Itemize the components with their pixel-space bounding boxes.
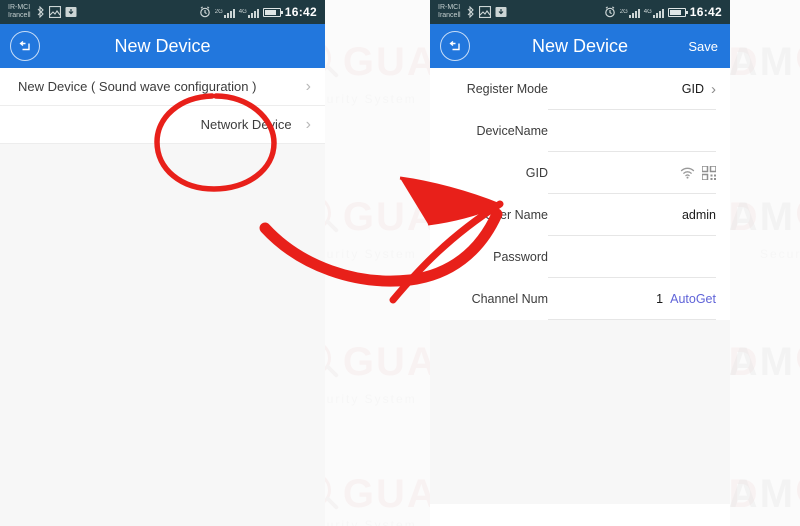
status-left-icons [36,6,77,18]
signal-icon-sim1: 2G [215,7,235,18]
alarm-icon [199,6,211,18]
battery-icon [667,7,688,17]
list-item-label: Network Device [200,117,292,132]
form-row-password[interactable]: Password [430,236,730,278]
list-empty-area [0,144,325,526]
carrier-line-2: Irancell [8,12,31,19]
channel-num-input[interactable]: 1 [656,292,663,306]
carrier-line-1: IR-MCI [438,4,461,11]
bluetooth-icon [36,6,45,18]
app-bar-left: New Device [0,24,325,68]
network-type-sim1: 2G [214,9,223,15]
form-row-user-name[interactable]: User Name admin [430,194,730,236]
chevron-right-icon: › [711,80,716,98]
right-phone-screen: IR-MCI Irancell 2G 4G 16:42 New Device S… [430,0,730,526]
back-arrow-icon [19,40,30,50]
download-icon [65,6,77,18]
battery-icon [262,7,283,17]
back-button[interactable] [440,31,470,61]
status-right-icons: 2G 4G 16:42 [604,5,722,19]
field-underline [548,319,716,320]
field-label: User Name [484,208,548,222]
device-type-list: New Device ( Sound wave configuration ) … [0,68,325,526]
register-mode-value: GID [681,82,704,96]
list-item-sound-wave[interactable]: New Device ( Sound wave configuration ) … [0,68,325,106]
status-left-icons [466,6,507,18]
status-bar-left: IR-MCI Irancell 2G 4G 16:42 [0,0,325,24]
status-bar-right: IR-MCI Irancell 2G 4G 16:42 [430,0,730,24]
save-button[interactable]: Save [688,39,720,54]
carrier-label: IR-MCI Irancell [8,4,31,20]
autoget-button[interactable]: AutoGet [670,292,716,306]
device-form: Register Mode GID › DeviceName GID User … [430,68,730,504]
network-type-sim2: 4G [643,9,652,15]
form-row-register-mode[interactable]: Register Mode GID › [430,68,730,110]
clock-label: 16:42 [284,5,317,19]
carrier-line-2: Irancell [438,12,461,19]
list-item-label: New Device ( Sound wave configuration ) [18,79,257,94]
field-label: Password [493,250,548,264]
form-row-channel-num[interactable]: Channel Num 1 AutoGet [430,278,730,320]
page-title: New Device [531,35,629,56]
field-value-group: 1 AutoGet [656,292,716,306]
clock-label: 16:42 [689,5,722,19]
download-icon [495,6,507,18]
signal-icon-sim2: 4G [239,7,259,18]
form-row-gid[interactable]: GID [430,152,730,194]
field-label: GID [525,166,548,180]
chevron-right-icon: › [305,115,311,133]
left-phone-screen: IR-MCI Irancell 2G 4G 16:42 New Device N… [0,0,325,526]
network-type-sim1: 2G [619,9,628,15]
carrier-label: IR-MCI Irancell [438,4,461,20]
image-icon [478,6,491,18]
page-title: New Device [114,35,211,56]
field-label: Channel Num [471,292,548,306]
form-row-device-name[interactable]: DeviceName [430,110,730,152]
field-label: DeviceName [476,124,548,138]
signal-icon-sim2: 4G [644,7,664,18]
app-bar-right: New Device Save [430,24,730,68]
bluetooth-icon [466,6,475,18]
field-label: Register Mode [466,82,548,96]
watermark-tagline: Security System [760,247,800,261]
image-icon [48,6,61,18]
status-right-icons: 2G 4G 16:42 [199,5,317,19]
field-value-group [673,166,716,180]
user-name-input[interactable]: admin [682,208,716,222]
carrier-line-1: IR-MCI [8,4,31,11]
qrcode-icon[interactable] [702,166,716,180]
form-empty-area [430,320,730,504]
network-type-sim2: 4G [238,9,247,15]
field-value-group: GID › [682,81,716,98]
signal-icon-sim1: 2G [620,7,640,18]
back-button[interactable] [10,31,40,61]
chevron-right-icon: › [305,77,311,95]
list-item-network-device[interactable]: Network Device › [0,106,325,144]
back-arrow-icon [449,40,460,50]
wifi-icon[interactable] [680,167,695,179]
alarm-icon [604,6,616,18]
